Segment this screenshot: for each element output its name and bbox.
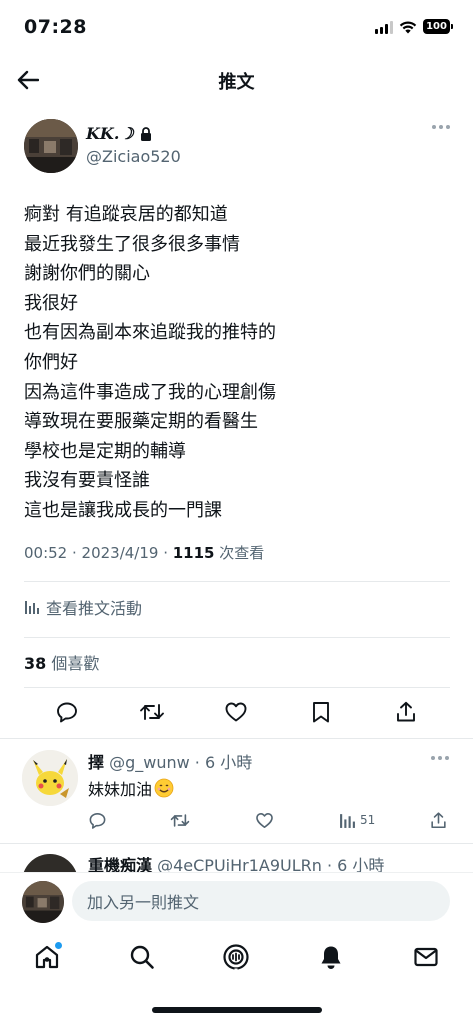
tweet-line: 痾對 有追蹤哀居的都知道: [24, 204, 228, 225]
divider: [24, 637, 450, 638]
retweet-icon: [140, 704, 164, 720]
notifications-icon: [321, 946, 341, 969]
reply-icon: [89, 812, 106, 829]
tweet-line: 學校也是定期的輔導: [24, 440, 186, 462]
lock-icon: [140, 126, 151, 141]
reply-author-meta: @4eCPUiHr1A9ULRn · 6 小時: [152, 856, 385, 872]
reply-tweet-partial[interactable]: 重機痴漢 @4eCPUiHr1A9ULRn · 6 小時: [0, 850, 473, 872]
status-time: 07:28: [24, 16, 87, 38]
tweet-line: 我沒有要責怪誰: [24, 470, 150, 492]
tab-notifications[interactable]: [316, 942, 346, 972]
view-count: 1115: [172, 544, 215, 562]
tweet-author: KK.☽ @Ziciao520: [24, 119, 454, 177]
reply-retweet-button[interactable]: [170, 808, 190, 832]
compose-input[interactable]: 加入另一則推文: [72, 881, 450, 921]
reply-share-button[interactable]: [429, 808, 448, 832]
reply-text: 妹妹加油: [88, 776, 174, 800]
reply-views-button[interactable]: 51: [339, 808, 375, 832]
reply-author-name[interactable]: 擇: [88, 753, 104, 772]
battery-level: 100: [423, 19, 450, 34]
compose-bar: 加入另一則推文: [0, 872, 473, 928]
tab-messages[interactable]: [411, 942, 441, 972]
tab-spaces[interactable]: [221, 942, 251, 972]
status-icons: 100: [375, 19, 453, 34]
like-icon: [225, 702, 247, 722]
nav-header: 推文: [0, 56, 473, 104]
wifi-icon: [399, 21, 417, 33]
tweet-line: 這也是讓我成長的一門課: [24, 499, 222, 521]
tweet-line: 因為這件事造成了我的心理創傷: [24, 381, 276, 403]
tweet-line: 你們好: [24, 351, 78, 373]
reply-text-content: 妹妹加油: [88, 780, 153, 799]
search-icon: [130, 945, 154, 969]
likes-label: 個喜歡: [46, 654, 100, 673]
home-indicator: [152, 1007, 322, 1013]
reply-tweet[interactable]: 擇 @g_wunw · 6 小時 妹妹加油 51: [0, 738, 473, 842]
view-label: 次查看: [214, 544, 265, 562]
retweet-icon: [170, 813, 190, 827]
tweet-meta: 00:52 · 2023/4/19 · 1115 次查看: [24, 542, 264, 563]
likes-count-link[interactable]: 38 個喜歡: [24, 650, 99, 674]
reply-author-name[interactable]: 重機痴漢: [88, 856, 152, 872]
author-name-row: KK.☽: [86, 124, 152, 143]
battery-icon: 100: [423, 19, 453, 34]
divider: [24, 581, 450, 582]
bookmark-icon: [313, 702, 329, 723]
reply-more-icon[interactable]: [431, 756, 449, 760]
retweet-button[interactable]: [138, 698, 166, 726]
share-button[interactable]: [392, 698, 420, 726]
reply-avatar[interactable]: [22, 750, 78, 806]
activity-label: 查看推文活動: [46, 599, 143, 618]
author-name[interactable]: KK.☽: [86, 124, 134, 143]
like-button[interactable]: [222, 698, 250, 726]
divider: [0, 843, 473, 844]
tweet-line: 導致現在要服藥定期的看醫生: [24, 411, 258, 433]
tweet-timestamp: 00:52 · 2023/4/19 ·: [24, 544, 173, 562]
tweet-line: 最近我發生了很多很多事情: [24, 233, 240, 255]
author-avatar[interactable]: [24, 119, 78, 173]
reply-header: 重機痴漢 @4eCPUiHr1A9ULRn · 6 小時: [88, 852, 384, 872]
messages-icon: [414, 947, 438, 967]
tweet-action-bar: [24, 698, 450, 728]
tweet-activity-link[interactable]: 查看推文活動: [24, 595, 142, 619]
reply-author-meta: @g_wunw · 6 小時: [104, 753, 253, 772]
analytics-icon: [25, 601, 39, 614]
tab-home[interactable]: [32, 942, 62, 972]
tweet-line: 我很好: [24, 292, 78, 314]
bottom-tab-bar: [0, 928, 473, 988]
spaces-icon: [223, 944, 249, 970]
reply-button[interactable]: [53, 698, 81, 726]
reply-like-button[interactable]: [255, 808, 274, 832]
page-title: 推文: [218, 72, 255, 93]
reply-header: 擇 @g_wunw · 6 小時: [88, 749, 252, 773]
bookmark-button[interactable]: [307, 698, 335, 726]
compose-avatar: [22, 881, 64, 923]
analytics-icon: [340, 813, 355, 828]
reply-action-bar: 51: [88, 808, 454, 834]
reply-reply-button[interactable]: [88, 808, 107, 832]
smile-emoji-icon: [154, 778, 174, 798]
tab-search[interactable]: [127, 942, 157, 972]
tweet-line: 也有因為副本來追蹤我的推特的: [24, 322, 276, 344]
share-icon: [431, 811, 446, 828]
likes-count: 38: [24, 654, 47, 673]
tweet-line: 謝謝你們的關心: [24, 263, 150, 285]
signal-icon: [375, 20, 393, 34]
author-handle[interactable]: @Ziciao520: [86, 147, 181, 166]
reply-view-count: 51: [360, 813, 376, 827]
tweet-text: 痾對 有追蹤哀居的都知道 最近我發生了很多很多事情 謝謝你們的關心 我很好 也有…: [24, 200, 454, 526]
more-icon[interactable]: [432, 125, 450, 129]
status-bar: 07:28 100: [0, 0, 473, 56]
reply-icon: [57, 702, 77, 723]
like-icon: [256, 812, 273, 828]
reply-avatar[interactable]: [22, 854, 78, 872]
notification-dot: [55, 942, 62, 949]
divider: [24, 687, 450, 688]
share-icon: [397, 701, 415, 722]
